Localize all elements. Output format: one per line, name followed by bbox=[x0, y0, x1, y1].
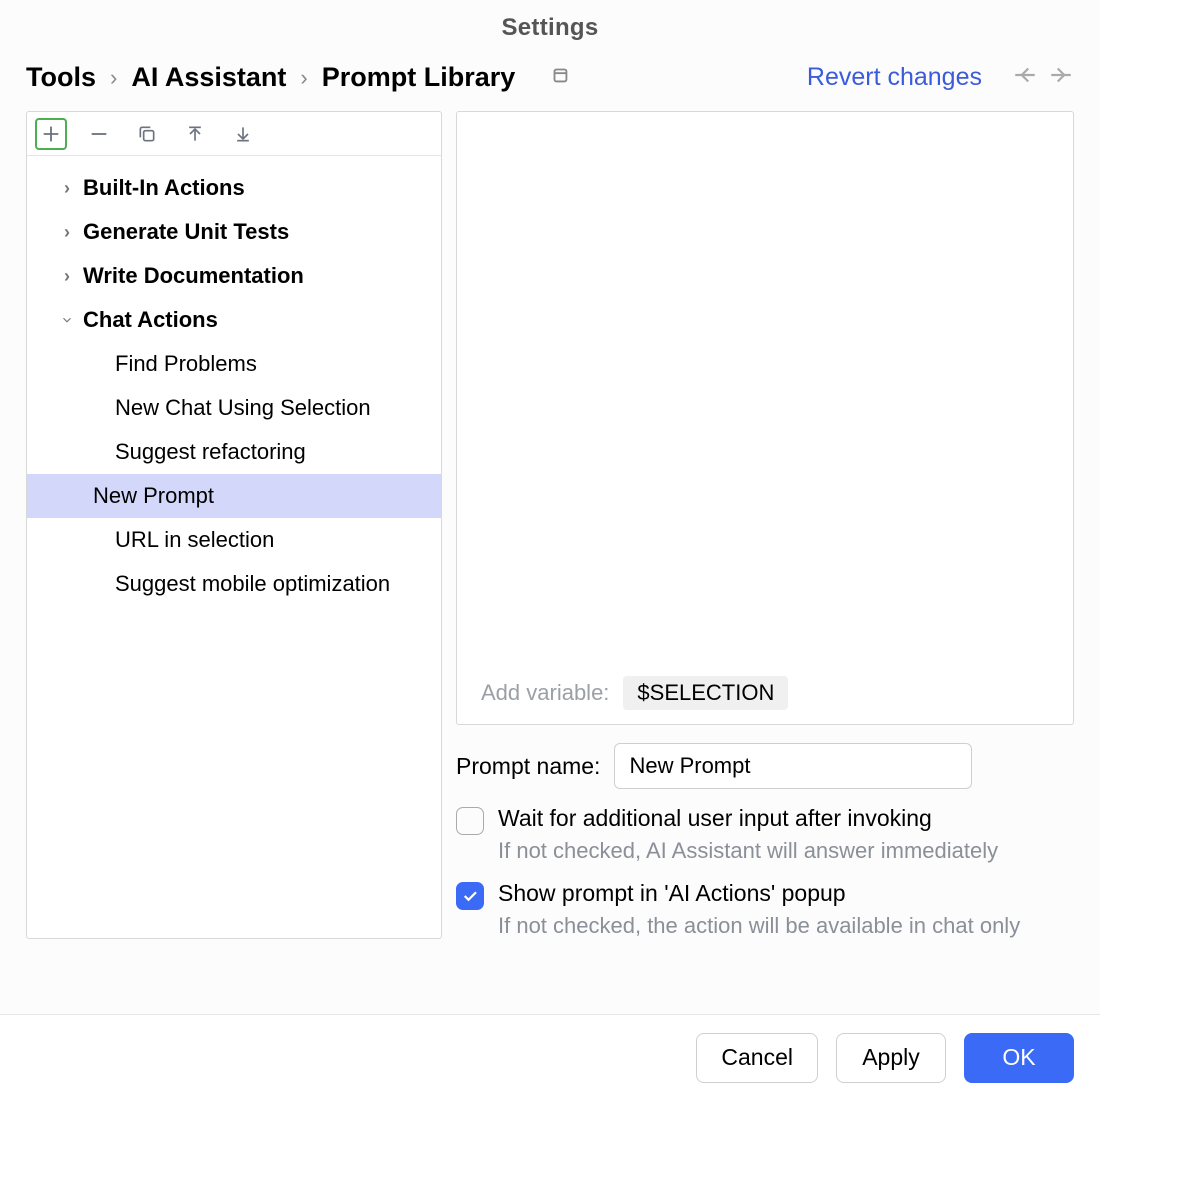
move-down-button[interactable] bbox=[227, 118, 259, 150]
breadcrumb-item[interactable]: Prompt Library bbox=[322, 62, 516, 93]
tree-item-label: Suggest mobile optimization bbox=[115, 571, 390, 597]
tree-item-selected[interactable]: New Prompt bbox=[27, 474, 441, 518]
tree-item[interactable]: Suggest refactoring bbox=[27, 430, 441, 474]
page-title: Settings bbox=[0, 0, 1100, 54]
tree-item[interactable]: Find Problems bbox=[27, 342, 441, 386]
chevron-right-icon: › bbox=[51, 266, 83, 287]
breadcrumb: Tools › AI Assistant › Prompt Library bbox=[26, 62, 571, 93]
tree-item-label: Find Problems bbox=[115, 351, 257, 377]
tree-group[interactable]: › Write Documentation bbox=[27, 254, 441, 298]
move-up-button[interactable] bbox=[179, 118, 211, 150]
copy-button[interactable] bbox=[131, 118, 163, 150]
add-button[interactable] bbox=[35, 118, 67, 150]
wait-input-help: If not checked, AI Assistant will answer… bbox=[498, 838, 998, 864]
chevron-right-icon: › bbox=[51, 222, 83, 243]
apply-button[interactable]: Apply bbox=[836, 1033, 946, 1083]
tree-item-label: Suggest refactoring bbox=[115, 439, 306, 465]
remove-button[interactable] bbox=[83, 118, 115, 150]
chevron-right-icon: › bbox=[300, 65, 307, 91]
tree-group-label: Chat Actions bbox=[83, 307, 218, 333]
tree-group[interactable]: › Built-In Actions bbox=[27, 166, 441, 210]
tree-toolbar bbox=[27, 112, 441, 156]
chevron-down-icon bbox=[51, 313, 83, 327]
add-variable-label: Add variable: bbox=[481, 680, 609, 706]
wait-input-checkbox[interactable] bbox=[456, 807, 484, 835]
tree-item[interactable]: URL in selection bbox=[27, 518, 441, 562]
tree-item-label: URL in selection bbox=[115, 527, 274, 553]
variable-chip[interactable]: $SELECTION bbox=[623, 676, 788, 710]
nav-forward-icon[interactable] bbox=[1048, 62, 1074, 93]
prompt-name-label: Prompt name: bbox=[456, 753, 600, 780]
tree-item-label: New Prompt bbox=[93, 483, 214, 509]
cancel-button[interactable]: Cancel bbox=[696, 1033, 818, 1083]
tree-item[interactable]: New Chat Using Selection bbox=[27, 386, 441, 430]
tree-group-label: Built-In Actions bbox=[83, 175, 245, 201]
prompt-tree[interactable]: › Built-In Actions › Generate Unit Tests… bbox=[27, 156, 441, 606]
tree-item-label: New Chat Using Selection bbox=[115, 395, 371, 421]
ok-button[interactable]: OK bbox=[964, 1033, 1074, 1083]
chevron-right-icon: › bbox=[110, 65, 117, 91]
chevron-right-icon: › bbox=[51, 178, 83, 199]
nav-back-icon[interactable] bbox=[1012, 62, 1038, 93]
show-in-popup-label: Show prompt in 'AI Actions' popup bbox=[498, 880, 1020, 907]
prompt-tree-pane: › Built-In Actions › Generate Unit Tests… bbox=[26, 111, 442, 939]
wait-input-label: Wait for additional user input after inv… bbox=[498, 805, 998, 832]
tree-item[interactable]: Suggest mobile optimization bbox=[27, 562, 441, 606]
tree-group-label: Generate Unit Tests bbox=[83, 219, 289, 245]
breadcrumb-item[interactable]: Tools bbox=[26, 62, 96, 93]
prompt-name-input[interactable] bbox=[614, 743, 972, 789]
revert-changes-link[interactable]: Revert changes bbox=[807, 63, 982, 92]
detach-window-icon[interactable] bbox=[549, 62, 571, 93]
show-in-popup-help: If not checked, the action will be avail… bbox=[498, 913, 1020, 939]
tree-group[interactable]: › Generate Unit Tests bbox=[27, 210, 441, 254]
breadcrumb-item[interactable]: AI Assistant bbox=[131, 62, 286, 93]
tree-group[interactable]: Chat Actions bbox=[27, 298, 441, 342]
tree-group-label: Write Documentation bbox=[83, 263, 304, 289]
show-in-popup-checkbox[interactable] bbox=[456, 882, 484, 910]
prompt-editor[interactable]: Add variable: $SELECTION bbox=[456, 111, 1074, 725]
